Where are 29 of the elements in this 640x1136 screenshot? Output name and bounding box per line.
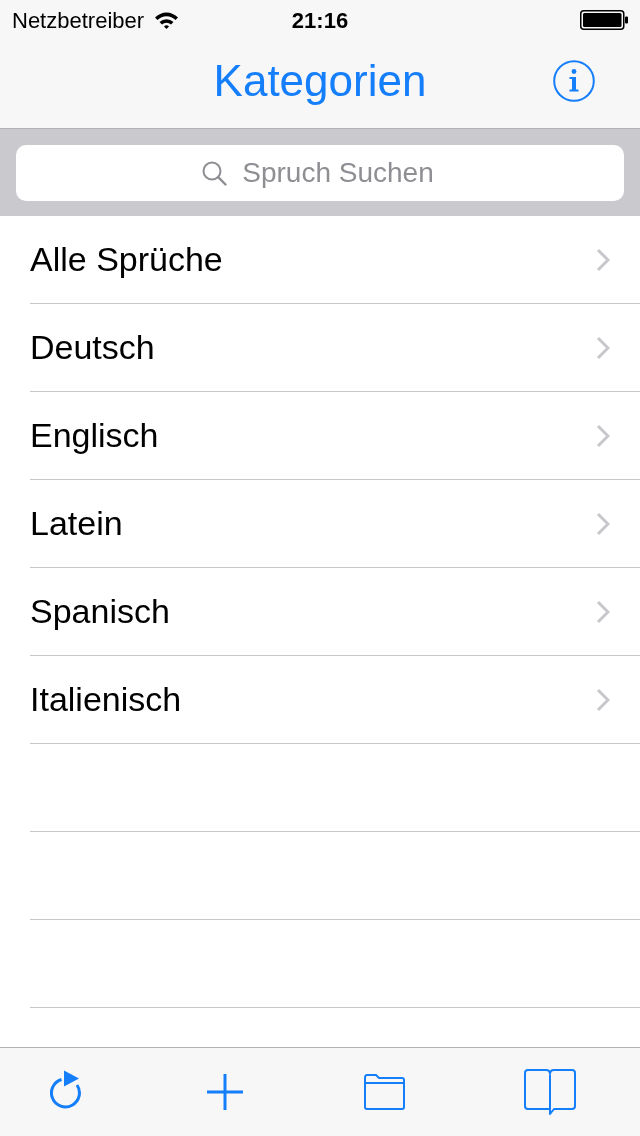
wifi-icon [154, 11, 180, 29]
category-row[interactable]: Deutsch [30, 304, 640, 392]
search-icon [202, 160, 227, 186]
category-label: Alle Sprüche [30, 239, 223, 280]
plus-icon[interactable] [207, 1074, 244, 1110]
chevron-icon [596, 335, 610, 360]
category-row[interactable]: Spanisch [30, 568, 640, 656]
chevron-icon [596, 599, 610, 624]
nav-title: Kategorien [213, 59, 427, 103]
battery-icon [580, 10, 628, 30]
chevron-icon [596, 247, 610, 272]
category-label: Spanisch [30, 591, 170, 632]
category-row[interactable]: Englisch [30, 392, 640, 480]
chevron-icon [596, 423, 610, 448]
category-row[interactable]: Italienisch [30, 656, 640, 744]
category-row[interactable]: Latein [30, 480, 640, 568]
category-row[interactable]: Alle Sprüche [30, 216, 640, 304]
search-field[interactable]: Spruch Suchen [16, 144, 624, 201]
category-label: Englisch [30, 415, 159, 456]
chevron-icon [596, 687, 610, 712]
category-label: Deutsch [30, 327, 155, 368]
carrier-name: Netzbetreiber [12, 6, 145, 35]
folder-icon[interactable] [362, 1074, 405, 1110]
category-label: Latein [30, 503, 123, 544]
chevron-icon [596, 511, 610, 536]
book-icon[interactable] [524, 1069, 576, 1115]
info-button[interactable] [553, 60, 595, 102]
clock-time: 21:16 [291, 6, 349, 35]
category-label: Italienisch [30, 679, 182, 720]
